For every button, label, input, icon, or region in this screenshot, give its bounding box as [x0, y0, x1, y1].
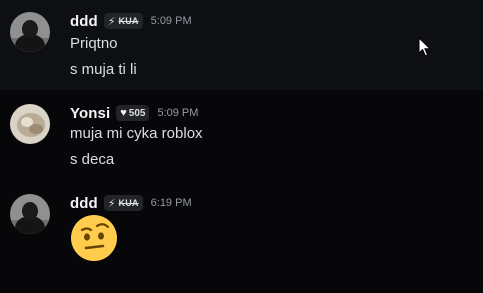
guild-tag-text: KUA: [118, 16, 139, 26]
avatar[interactable]: [10, 104, 50, 144]
guild-tag[interactable]: ⚡ KUA: [103, 13, 143, 29]
timestamp[interactable]: 5:09 PM: [151, 15, 192, 27]
username[interactable]: ddd: [70, 13, 98, 30]
message-header: Yonsi ♥ 505 5:09 PM: [70, 104, 198, 122]
message-text: Priqtno: [70, 35, 118, 52]
username[interactable]: ddd: [70, 195, 98, 212]
message-text: muja mi cyka roblox: [70, 125, 203, 142]
avatar-image: [10, 194, 50, 234]
username[interactable]: Yonsi: [70, 105, 110, 122]
guild-tag[interactable]: ⚡ KUA: [103, 195, 143, 211]
avatar[interactable]: [10, 12, 50, 52]
guild-tag[interactable]: ♥ 505: [116, 105, 150, 121]
avatar[interactable]: [10, 194, 50, 234]
avatar-image: [10, 12, 50, 52]
message-group-ddd-2[interactable]: ddd ⚡ KUA 6:19 PM: [0, 180, 483, 293]
timestamp[interactable]: 5:09 PM: [157, 107, 198, 119]
timestamp[interactable]: 6:19 PM: [151, 197, 192, 209]
message-header: ddd ⚡ KUA 6:19 PM: [70, 194, 192, 212]
face-with-raised-eyebrow-emoji[interactable]: [70, 214, 118, 262]
message-header: ddd ⚡ KUA 5:09 PM: [70, 12, 192, 30]
bolt-icon: ⚡: [107, 15, 116, 28]
message-text: s deca: [70, 151, 115, 168]
guild-tag-text: 505: [128, 107, 146, 119]
message-group-yonsi[interactable]: Yonsi ♥ 505 5:09 PM muja mi cyka roblox …: [0, 90, 483, 180]
avatar-image: [10, 104, 50, 144]
bolt-icon: ⚡: [107, 197, 116, 210]
mouse-cursor-icon: [418, 37, 431, 57]
heart-icon: ♥: [120, 107, 127, 119]
message-text: s muja ti li: [70, 61, 137, 78]
guild-tag-text: KUA: [118, 198, 139, 208]
message-group-ddd-1[interactable]: ddd ⚡ KUA 5:09 PM Priqtno s muja ti li: [0, 0, 483, 90]
raised-eyebrow-face-icon: [71, 215, 117, 261]
